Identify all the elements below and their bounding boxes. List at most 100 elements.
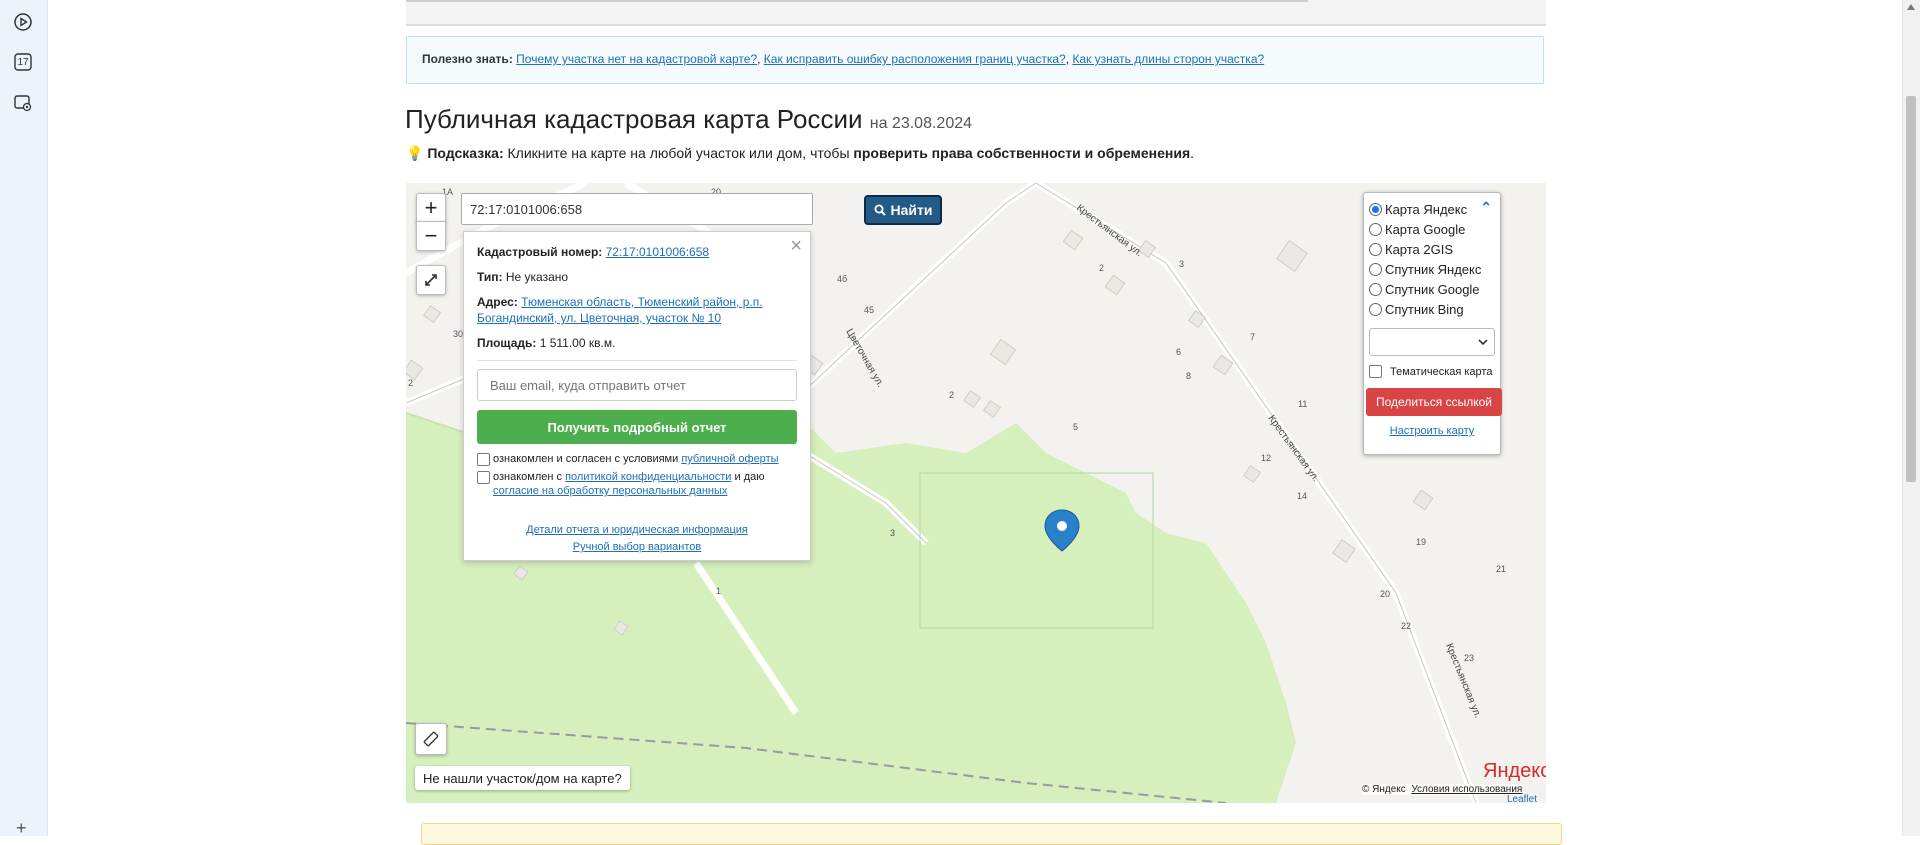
leaflet-link[interactable]: Leaflet bbox=[1507, 794, 1537, 803]
house-number: 11 bbox=[1298, 399, 1307, 409]
ruler-icon bbox=[423, 731, 439, 747]
radio-google-satellite[interactable] bbox=[1369, 282, 1382, 296]
calendar-icon[interactable]: 17 bbox=[12, 51, 34, 73]
page-title-date: на 23.08.2024 bbox=[869, 115, 973, 132]
layer-option[interactable]: Спутник Bing bbox=[1369, 299, 1495, 319]
consent-privacy: ознакомлен с политикой конфиденциальност… bbox=[477, 470, 797, 498]
type-row: Тип: Не указано bbox=[477, 269, 797, 285]
search-button[interactable]: Найти bbox=[864, 195, 942, 225]
report-details-link[interactable]: Детали отчета и юридическая информация bbox=[526, 524, 748, 536]
lightbulb-icon: 💡 bbox=[406, 145, 424, 161]
address-link[interactable]: Тюменская область, Тюменский район, р.п.… bbox=[477, 295, 763, 325]
area-row: Площадь: 1 511.00 кв.м. bbox=[477, 335, 797, 351]
email-field[interactable]: Ваш email, куда отправить отчет bbox=[477, 369, 797, 401]
layer-option[interactable]: Карта Google bbox=[1369, 219, 1495, 239]
house-number: 12 bbox=[1261, 453, 1271, 463]
house-number: 1 bbox=[716, 586, 721, 596]
useful-info-box: Полезно знать: Почему участка нет на кад… bbox=[406, 36, 1544, 84]
get-report-button[interactable]: Получить подробный отчет bbox=[477, 410, 797, 444]
hint-label: Подсказка: bbox=[427, 145, 504, 161]
house-number: 2 bbox=[1099, 263, 1104, 273]
area-value: 1 511.00 кв.м. bbox=[539, 336, 616, 350]
hint-bold: проверить права собственности и обремене… bbox=[853, 145, 1191, 161]
thematic-checkbox[interactable] bbox=[1369, 365, 1382, 378]
address-row: Адрес: Тюменская область, Тюменский райо… bbox=[477, 294, 797, 326]
hint-line: 💡 Подсказка: Кликните на карте на любой … bbox=[406, 145, 1194, 162]
house-number: 19 bbox=[1416, 537, 1426, 547]
hint-end: . bbox=[1190, 145, 1195, 161]
type-label: Тип: bbox=[477, 270, 503, 284]
offer-link[interactable]: публичной оферты bbox=[681, 453, 778, 465]
house-number: 3 bbox=[1179, 259, 1184, 269]
radio-google-map[interactable] bbox=[1369, 222, 1382, 236]
house-number: 4б bbox=[837, 274, 847, 284]
house-number: 21 bbox=[1496, 564, 1506, 574]
house-number: 8 bbox=[1186, 371, 1191, 381]
chevron-down-icon bbox=[1478, 339, 1488, 345]
cadastral-search-input[interactable] bbox=[461, 193, 813, 225]
privacy-checkbox[interactable] bbox=[477, 471, 490, 484]
hint-text: Кликните на карте на любой участок или д… bbox=[507, 145, 850, 161]
play-icon[interactable] bbox=[12, 11, 34, 33]
cad-number-link[interactable]: 72:17:0101006:658 bbox=[606, 245, 709, 259]
layer-option[interactable]: Карта 2GIS bbox=[1369, 239, 1495, 259]
chevron-up-icon[interactable]: ⌃ bbox=[1480, 199, 1492, 216]
fullscreen-button[interactable] bbox=[416, 265, 446, 295]
radio-2gis-map[interactable] bbox=[1369, 242, 1382, 256]
bottom-notice-box bbox=[421, 823, 1562, 845]
radio-bing-satellite[interactable] bbox=[1369, 302, 1382, 316]
parcel-popup: × Кадастровый номер: 72:17:0101006:658 Т… bbox=[463, 231, 811, 561]
link-why-no-plot[interactable]: Почему участка нет на кадастровой карте? bbox=[516, 52, 757, 66]
link-fix-borders[interactable]: Как исправить ошибку расположения границ… bbox=[764, 52, 1066, 66]
house-number: 2 bbox=[408, 378, 413, 388]
link-side-lengths[interactable]: Как узнать длины сторон участка? bbox=[1072, 52, 1264, 66]
house-number: 5 bbox=[1073, 422, 1078, 432]
data-consent-link[interactable]: согласие на обработку персональных данны… bbox=[493, 485, 727, 497]
terms-link[interactable]: Условия использования bbox=[1411, 784, 1522, 795]
zoom-out-button[interactable]: − bbox=[416, 221, 446, 251]
address-label: Адрес: bbox=[477, 295, 518, 309]
house-number: 22 bbox=[1401, 621, 1411, 631]
thematic-toggle[interactable]: Тематическая карта bbox=[1369, 365, 1495, 378]
close-icon[interactable]: × bbox=[790, 235, 802, 258]
offer-checkbox[interactable] bbox=[477, 453, 490, 466]
scroll-up-arrow-icon[interactable] bbox=[1907, 4, 1915, 10]
layer-panel: ⌃ Карта Яндекс Карта Google Карта 2GIS С… bbox=[1363, 192, 1502, 455]
layer-select[interactable] bbox=[1369, 328, 1495, 356]
page-title-main: Публичная кадастровая карта России bbox=[405, 104, 863, 134]
screenshot-icon[interactable] bbox=[12, 92, 34, 114]
radio-yandex-satellite[interactable] bbox=[1369, 262, 1382, 276]
top-bar-line bbox=[406, 0, 1308, 2]
house-number: 2 bbox=[949, 390, 954, 400]
page-scrollbar[interactable] bbox=[1902, 0, 1920, 836]
radio-yandex-map[interactable] bbox=[1369, 202, 1382, 216]
house-number: 3 bbox=[890, 528, 895, 538]
yandex-logo: Яндекс bbox=[1483, 760, 1546, 782]
cadastral-map[interactable]: Крестьянская ул. Крестьянская ул. Кресть… bbox=[406, 183, 1546, 803]
browser-side-panel: 17 + bbox=[0, 0, 48, 838]
manual-choice-link[interactable]: Ручной выбор вариантов bbox=[573, 541, 701, 553]
ruler-button[interactable] bbox=[415, 723, 447, 755]
setup-map-link[interactable]: Настроить карту bbox=[1369, 425, 1495, 437]
type-value: Не указано bbox=[505, 270, 569, 284]
layer-option[interactable]: Спутник Яндекс bbox=[1369, 259, 1495, 279]
search-icon bbox=[874, 204, 886, 216]
cad-number-label: Кадастровый номер: bbox=[477, 245, 603, 259]
house-number: 45 bbox=[864, 305, 874, 315]
house-number: 30 bbox=[453, 329, 463, 339]
scroll-thumb[interactable] bbox=[1906, 96, 1916, 482]
zoom-in-button[interactable]: + bbox=[416, 193, 446, 223]
layer-option[interactable]: Карта Яндекс bbox=[1369, 199, 1495, 219]
privacy-policy-link[interactable]: политикой конфиденциальности bbox=[565, 471, 731, 483]
consent-offer-text: ознакомлен и согласен с условиями публич… bbox=[493, 453, 779, 465]
layer-option[interactable]: Спутник Google bbox=[1369, 279, 1495, 299]
house-number: 6 bbox=[1176, 347, 1181, 357]
consent-privacy-text: ознакомлен с политикой конфиденциальност… bbox=[493, 471, 765, 497]
house-number: 14 bbox=[1297, 491, 1307, 501]
expand-icon bbox=[425, 274, 437, 286]
house-number: 20 bbox=[1380, 589, 1390, 599]
house-number: 23 bbox=[1464, 653, 1474, 663]
not-found-button[interactable]: Не нашли участок/дом на карте? bbox=[415, 766, 630, 790]
share-link-button[interactable]: Поделиться ссылкой bbox=[1366, 388, 1502, 416]
area-label: Площадь: bbox=[477, 336, 537, 350]
